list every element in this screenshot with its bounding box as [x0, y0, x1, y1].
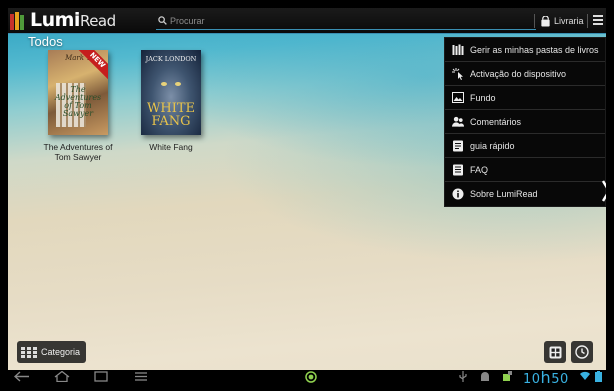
store-bag-icon — [541, 15, 550, 27]
category-button[interactable]: Categoria — [17, 341, 87, 363]
book-cover[interactable]: JACK LONDON WHITE FANG — [141, 50, 201, 135]
battery-icon — [595, 371, 602, 382]
menu-item-manage-shelves[interactable]: Gerir as minhas pastas de livros — [445, 38, 605, 62]
search-box[interactable] — [156, 12, 536, 30]
book-title: The Adventures of Tom Sawyer — [43, 142, 113, 162]
divider — [587, 14, 588, 28]
divider — [534, 14, 535, 28]
cover-title: The Adventures of Tom Sawyer — [54, 85, 102, 118]
image-icon — [452, 92, 464, 103]
menu-item-label: Sobre LumiRead — [470, 189, 538, 199]
wolf-eye — [175, 82, 181, 86]
menu-item-label: Fundo — [470, 92, 496, 103]
menu-bar-icon — [593, 23, 603, 25]
wolf-eye — [161, 82, 167, 86]
menu-item-device-activation[interactable]: Activação do dispositivo — [445, 62, 605, 86]
book-title: White Fang — [149, 142, 193, 152]
menu-item-about[interactable]: Sobre LumiRead — [445, 182, 605, 206]
menu-icon[interactable] — [134, 371, 148, 382]
clock-hours: 10 — [523, 372, 541, 383]
menu-item-label: Activação do dispositivo — [470, 68, 567, 79]
store-label: Livraria — [554, 16, 584, 26]
logo-light-text: Read — [79, 12, 116, 30]
cover-title: WHITE FANG — [147, 101, 195, 129]
system-navigation-bar: 10h50 — [8, 368, 606, 383]
wifi-icon — [580, 371, 590, 380]
app-logo: LumiRead — [30, 9, 116, 32]
users-icon — [452, 116, 464, 127]
bookshelf-icon — [452, 44, 464, 55]
book-item[interactable]: Mark T The Adventures of Tom Sawyer NEW … — [38, 50, 118, 162]
android-debug-icon — [481, 372, 489, 381]
guide-icon — [453, 140, 463, 151]
grid-icon — [21, 346, 37, 358]
search-icon — [158, 16, 167, 25]
overflow-menu-button[interactable] — [592, 13, 604, 27]
menu-item-label: Comentários — [470, 116, 522, 127]
menu-bar-icon — [593, 19, 603, 21]
usb-icon — [459, 371, 467, 382]
app-screen: LumiRead Livraria Todos Mark T The Adven… — [8, 8, 606, 383]
grid-view-button[interactable] — [544, 341, 566, 363]
menu-item-label: guia rápido — [470, 140, 515, 151]
recent-apps-icon[interactable] — [94, 371, 108, 382]
info-icon — [452, 188, 464, 200]
lumiread-logo-icon — [10, 12, 28, 30]
app-launcher-icon[interactable] — [305, 371, 317, 383]
menu-item-faq[interactable]: FAQ — [445, 158, 605, 182]
chevron-right-icon[interactable] — [602, 180, 606, 202]
recent-button[interactable] — [571, 341, 593, 363]
book-item[interactable]: JACK LONDON WHITE FANG White Fang — [131, 50, 211, 152]
logo-bold-text: Lumi — [30, 9, 80, 31]
clock-separator: h — [540, 368, 552, 383]
section-title: Todos — [28, 34, 63, 49]
top-action-bar: LumiRead Livraria — [8, 8, 606, 34]
notification-icon — [503, 371, 512, 381]
status-clock: 10h50 — [523, 368, 569, 383]
clock-minutes: 50 — [551, 372, 569, 383]
category-label: Categoria — [41, 347, 81, 357]
home-icon[interactable] — [54, 371, 70, 382]
faq-icon — [453, 164, 463, 175]
activation-cursor-icon — [452, 67, 463, 80]
overflow-menu: Gerir as minhas pastas de livros Activaç… — [444, 37, 606, 207]
back-icon[interactable] — [14, 371, 30, 382]
grid-view-icon — [549, 346, 561, 358]
menu-item-background[interactable]: Fundo — [445, 86, 605, 110]
clock-icon — [575, 345, 589, 359]
menu-item-quick-guide[interactable]: guia rápido — [445, 134, 605, 158]
menu-item-comments[interactable]: Comentários — [445, 110, 605, 134]
book-cover[interactable]: Mark T The Adventures of Tom Sawyer NEW — [48, 50, 108, 135]
menu-item-label: FAQ — [470, 164, 489, 175]
search-input[interactable] — [170, 15, 500, 26]
store-button[interactable]: Livraria — [540, 12, 584, 30]
menu-bar-icon — [593, 15, 603, 17]
cover-author: JACK LONDON — [145, 55, 197, 63]
menu-item-label: Gerir as minhas pastas de livros — [470, 44, 599, 55]
